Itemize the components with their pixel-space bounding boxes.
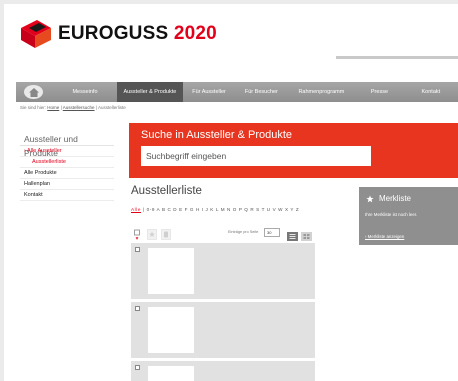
nav-item-messeinfo[interactable]: Messeinfo (53, 82, 117, 102)
search-panel: Suche in Aussteller & Produkte Suchbegri… (129, 123, 458, 178)
page-title: Ausstellerliste (131, 185, 202, 197)
list-view-icon[interactable] (287, 228, 298, 241)
breadcrumb-prefix: Sie sind hier: (20, 105, 47, 110)
exhibitor-card[interactable] (131, 361, 315, 381)
per-page-label: Einträge pro Seite (228, 230, 259, 234)
home-icon[interactable] (24, 85, 44, 99)
print-icon[interactable] (161, 227, 171, 240)
sidebar: Aussteller und Produkte › Alle Ausstelle… (20, 132, 114, 201)
nav-item-fuer-besucher[interactable]: Für Besucher (235, 82, 287, 102)
nav-item-fuer-aussteller[interactable]: Für Aussteller (183, 82, 235, 102)
card-checkbox[interactable] (135, 365, 140, 370)
sidebar-item-alle-produkte[interactable]: Alle Produkte (20, 168, 114, 179)
card-checkbox[interactable] (135, 247, 140, 252)
nav-item-aussteller-produkte[interactable]: Aussteller & Produkte (116, 82, 183, 102)
exhibitor-card[interactable] (131, 243, 315, 299)
bookmark-star-icon[interactable] (147, 227, 157, 240)
select-all-checkbox-icon[interactable] (133, 227, 143, 240)
star-icon (366, 194, 374, 203)
list-toolbar: Einträge pro Seite 30 (131, 227, 315, 241)
merkliste-title: Merkliste (366, 194, 411, 203)
breadcrumb-separator: | (60, 105, 62, 110)
main-nav: Messeinfo Aussteller & Produkte Für Auss… (16, 82, 458, 102)
sidebar-item-ausstellerliste[interactable]: Ausstellerliste (20, 157, 114, 168)
header-divider (336, 56, 458, 59)
exhibitor-card[interactable] (131, 302, 315, 358)
exhibitor-logo (148, 248, 194, 294)
alphabet-filter: Alle | 0-9 A B C D E F G H I J K L M N O… (131, 207, 299, 213)
alpha-filter-alle[interactable]: Alle (131, 207, 142, 213)
nav-item-kontakt[interactable]: Kontakt (404, 82, 458, 102)
nav-item-presse[interactable]: Presse (355, 82, 404, 102)
sidebar-item-hallenplan[interactable]: Hallenplan (20, 179, 114, 190)
breadcrumb-ausstellersuche-link[interactable]: Ausstellersuche (63, 105, 95, 110)
merkliste-title-text: Merkliste (379, 194, 412, 203)
breadcrumb-home-link[interactable]: Home (47, 105, 59, 110)
per-page-select[interactable]: 30 (264, 228, 280, 237)
breadcrumb-separator: | (95, 105, 97, 110)
sidebar-item-kontakt[interactable]: Kontakt (20, 190, 114, 201)
logo[interactable]: EUROGUSS 2020 (19, 18, 217, 50)
grid-view-icon[interactable] (301, 228, 312, 241)
exhibitor-logo (148, 307, 194, 353)
merkliste-empty-text: Ihre Merkliste ist noch leer. (365, 212, 418, 217)
logo-name: EUROGUSS (58, 23, 169, 44)
sidebar-title: Aussteller und Produkte (20, 132, 114, 158)
logo-year: 2020 (173, 23, 217, 44)
logo-text: EUROGUSS 2020 (58, 23, 217, 45)
search-title: Suche in Aussteller & Produkte (141, 129, 293, 141)
breadcrumb: Sie sind hier: Home | Ausstellersuche | … (20, 105, 126, 110)
breadcrumb-current: Ausstellerliste (97, 105, 126, 110)
sidebar-item-alle-aussteller[interactable]: › Alle Aussteller (20, 146, 114, 157)
search-input[interactable]: Suchbegriff eingeben (141, 146, 371, 166)
card-checkbox[interactable] (135, 306, 140, 311)
nav-item-rahmenprogramm[interactable]: Rahmenprogramm (288, 82, 356, 102)
merkliste-panel: Merkliste Ihre Merkliste ist noch leer. … (359, 187, 458, 245)
exhibitor-logo (148, 366, 194, 381)
merkliste-show-link[interactable]: › Merkliste anzeigen (365, 234, 404, 239)
logo-mark-icon (19, 18, 53, 50)
page: EUROGUSS 2020 Messeinfo Aussteller & Pro… (4, 4, 458, 381)
alpha-filter-letters[interactable]: | 0-9 A B C D E F G H I J K L M N O P Q … (143, 207, 299, 212)
